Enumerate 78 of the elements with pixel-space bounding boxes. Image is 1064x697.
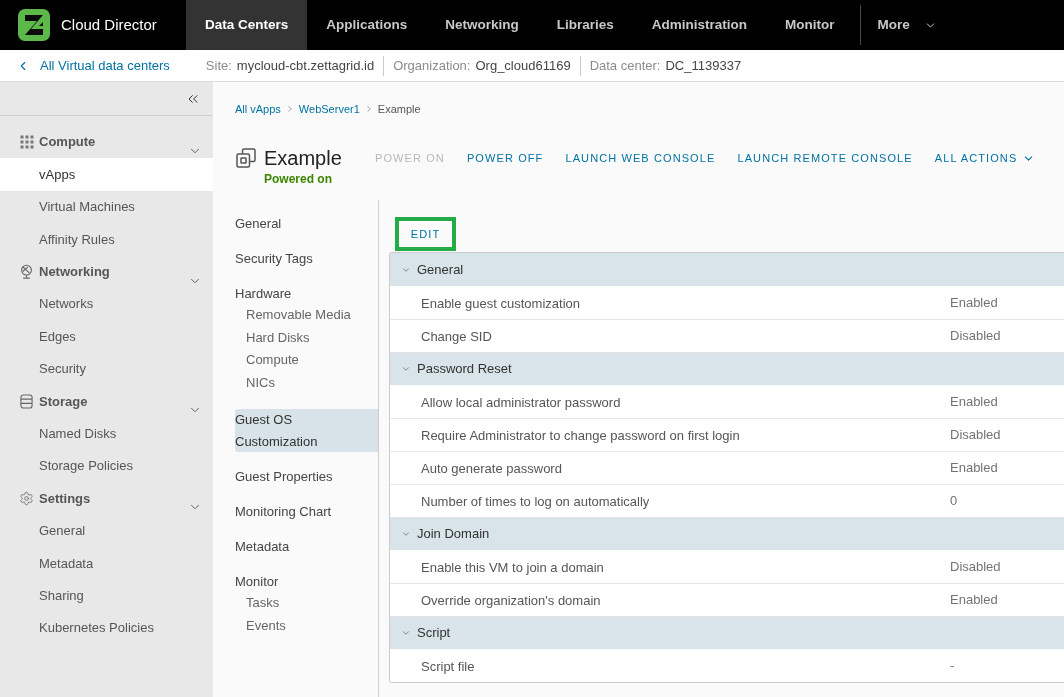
subnav-subitem[interactable]: NICs bbox=[235, 371, 378, 394]
context-label: Site: bbox=[205, 56, 232, 75]
row-value: Enabled bbox=[950, 392, 998, 411]
row-label: Enable guest customization bbox=[421, 295, 580, 311]
subnav-subitem[interactable]: Hard Disks bbox=[235, 326, 378, 349]
product-name: Cloud Director bbox=[61, 14, 157, 35]
row-label: Auto generate password bbox=[421, 461, 562, 476]
row-label: Require Administrator to change password on first login bbox=[421, 428, 740, 443]
sidebar-item[interactable]: Networks bbox=[0, 287, 213, 321]
action-button[interactable]: POWER OFF bbox=[455, 146, 555, 170]
row-value: Enabled bbox=[950, 293, 998, 312]
subnav-item[interactable]: Guest Properties bbox=[235, 466, 378, 487]
context-label: Organization: bbox=[393, 56, 471, 75]
sidebar-item[interactable]: Security bbox=[0, 352, 213, 386]
subnav-item[interactable]: Guest OS Customization bbox=[235, 409, 378, 452]
sidebar-item[interactable]: Storage Policies bbox=[0, 449, 213, 483]
row-label: Change SID bbox=[421, 329, 492, 344]
subnav-item[interactable]: Hardware bbox=[235, 283, 378, 304]
subnav-item[interactable]: Monitor bbox=[235, 571, 378, 592]
edit-button[interactable]: EDIT bbox=[395, 217, 456, 251]
section-header[interactable]: General bbox=[390, 253, 1064, 286]
actions-dropdown[interactable]: ALL ACTIONS bbox=[923, 146, 1047, 170]
subnav-subitem[interactable]: Removable Media bbox=[235, 304, 378, 327]
power-status: Powered on bbox=[264, 172, 333, 186]
row-label: Enable this VM to join a domain bbox=[421, 559, 604, 575]
sidebar-item[interactable]: Sharing bbox=[0, 579, 213, 612]
sidebar-item[interactable]: Affinity Rules bbox=[0, 223, 213, 256]
row-value: Enabled bbox=[950, 591, 998, 610]
action-button[interactable]: LAUNCH REMOTE CONSOLE bbox=[726, 146, 924, 170]
dot-grid-icon bbox=[19, 135, 34, 150]
subnav-item[interactable]: Security Tags bbox=[235, 248, 378, 269]
sidebar-section-toggle[interactable]: Storage bbox=[0, 385, 213, 418]
row-value: Enabled bbox=[950, 459, 998, 478]
subnav-subitem[interactable]: Events bbox=[235, 614, 378, 637]
context-value: Org_cloud61169 bbox=[475, 56, 571, 75]
more-menu[interactable]: More bbox=[860, 0, 937, 50]
breadcrumb-link[interactable]: WebServer1 bbox=[298, 100, 360, 118]
stacked-squares-icon bbox=[236, 148, 256, 168]
subnav-subitem[interactable]: Compute bbox=[235, 349, 378, 372]
row-label: Allow local administrator password bbox=[421, 394, 621, 410]
database-icon bbox=[20, 393, 33, 409]
gear-icon bbox=[19, 491, 34, 506]
subnav-item[interactable]: General bbox=[235, 213, 378, 234]
breadcrumb-link[interactable]: All vApps bbox=[235, 100, 281, 118]
row-label: Script file bbox=[421, 658, 475, 674]
row-value: 0 bbox=[950, 492, 958, 511]
sidebar-item[interactable]: Metadata bbox=[0, 547, 213, 580]
sidebar-section-toggle[interactable]: Compute bbox=[0, 126, 213, 159]
sidebar-section-toggle[interactable]: Networking bbox=[0, 255, 213, 288]
nav-tab[interactable]: Data Centers bbox=[186, 0, 308, 50]
vm-title: Example bbox=[264, 146, 343, 170]
globe-icon bbox=[19, 264, 34, 280]
row-value: Disabled bbox=[950, 426, 1001, 445]
sidebar-item[interactable]: vApps bbox=[0, 158, 213, 191]
sidebar-section-toggle[interactable]: Settings bbox=[0, 482, 213, 515]
subnav-item[interactable]: Metadata bbox=[235, 536, 378, 557]
subnav-item[interactable]: Monitoring Chart bbox=[235, 501, 378, 522]
section-header[interactable]: Script bbox=[390, 616, 1064, 649]
sidebar-item[interactable]: Virtual Machines bbox=[0, 190, 213, 224]
row-label: Override organization's domain bbox=[421, 593, 601, 608]
row-label: Number of times to log on automatically bbox=[421, 494, 650, 509]
back-link[interactable]: All Virtual data centers bbox=[16, 55, 170, 76]
context-label: Data center: bbox=[589, 56, 661, 75]
subnav-subitem[interactable]: Tasks bbox=[235, 592, 378, 615]
logo-icon bbox=[18, 9, 50, 41]
context-value: mycloud-cbt.zettagrid.id bbox=[236, 56, 375, 75]
context-value: DC_1139337 bbox=[665, 56, 742, 75]
breadcrumb-current: Example bbox=[377, 101, 421, 117]
sidebar-item[interactable]: Edges bbox=[0, 320, 213, 353]
action-button[interactable]: LAUNCH WEB CONSOLE bbox=[554, 146, 727, 170]
row-value: - bbox=[950, 656, 955, 675]
row-value: Disabled bbox=[950, 327, 1001, 346]
section-header[interactable]: Password Reset bbox=[390, 352, 1064, 385]
section-header[interactable]: Join Domain bbox=[390, 517, 1064, 550]
sidebar-item[interactable]: Named Disks bbox=[0, 417, 213, 450]
sidebar-item[interactable]: Kubernetes Policies bbox=[0, 611, 213, 645]
row-value: Disabled bbox=[950, 557, 1001, 576]
sidebar-item[interactable]: General bbox=[0, 514, 213, 548]
